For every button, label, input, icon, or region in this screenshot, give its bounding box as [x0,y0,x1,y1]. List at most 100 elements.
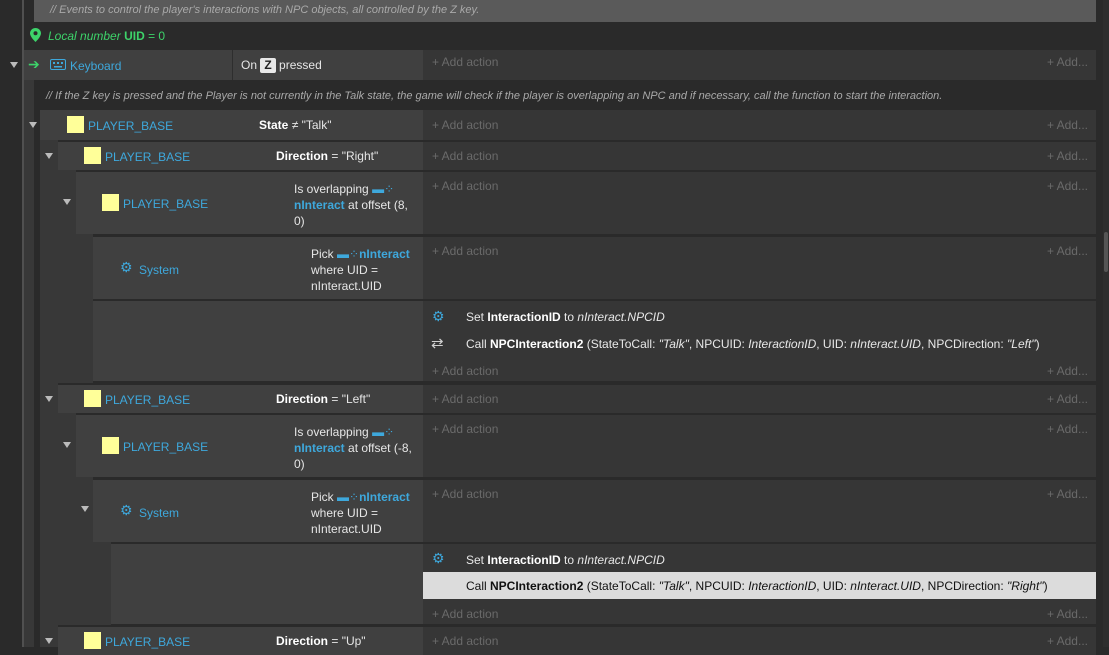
overlap-label: Is overlapping [294,182,369,196]
add-more-link[interactable]: + Add... [1047,422,1088,436]
add-more-link[interactable]: + Add... [1047,392,1088,406]
add-more-link[interactable]: + Add... [1047,244,1088,258]
subevent-gutter [76,234,93,383]
param-value: "Right" [1007,579,1044,593]
action-text: Set InteractionID to nInteract.NPCID [466,310,665,324]
player-base-object-icon [67,116,84,133]
param-value: "Talk" [658,337,689,351]
collapse-toggle[interactable] [10,62,18,68]
action-call-function-selected[interactable]: Call NPCInteraction2 (StateToCall: "Talk… [423,572,1096,599]
call-label: Call [466,579,487,593]
param-label: , NPCDirection: [920,337,1004,351]
direction-up-row[interactable]: PLAYER_BASE Direction = "Up" [58,627,423,655]
system-label: System [139,263,180,277]
pick-right-row[interactable]: ⚙ System Pick ▬⁘nInteract where UID = nI… [93,237,423,299]
param-label: , NPCDirection: [920,579,1004,593]
param-label: (StateToCall: [586,579,656,593]
collapse-toggle[interactable] [63,442,71,448]
collapse-toggle[interactable] [81,506,89,512]
system-label: System [139,506,180,520]
empty-condition-block[interactable] [111,544,423,624]
subevent-gutter [76,477,93,625]
keyboard-icon [50,59,66,70]
state-condition-row[interactable]: PLAYER_BASE State ≠ "Talk" [40,110,423,140]
player-base-object-icon [102,194,119,211]
overlap-label: Is overlapping [294,425,369,439]
empty-condition-block[interactable] [93,301,423,381]
to-label: to [564,553,575,567]
add-more-link[interactable]: + Add... [1047,118,1088,132]
overlap-right-row[interactable]: PLAYER_BASE Is overlapping ▬⁘ nInteract … [76,172,423,234]
overlap-left-row[interactable]: PLAYER_BASE Is overlapping ▬⁘ nInteract … [76,415,423,477]
keyboard-condition-text: On Z pressed [241,57,322,73]
pick-left-row[interactable]: ⚙ System Pick ▬⁘nInteract where UID = nI… [93,480,423,542]
direction-value: = "Up" [331,634,366,648]
local-variable[interactable]: Local number UID = 0 [30,28,330,44]
direction-field: Direction [276,149,329,163]
add-more-link[interactable]: + Add... [1047,364,1088,378]
add-more-link[interactable]: + Add... [1047,55,1088,69]
add-more-link[interactable]: + Add... [1047,634,1088,648]
direction-condition-text: Direction = "Left" [276,391,370,407]
local-var-name: UID [124,29,145,43]
add-action-link[interactable]: + Add action [432,179,498,193]
add-action-link[interactable]: + Add action [432,55,498,69]
overlap-left-actions: + Add action + Add... [423,415,1096,477]
pick-label: Pick [311,490,334,504]
scrollbar-thumb[interactable] [1104,232,1108,272]
action-set-interactionid[interactable]: ⚙ Set InteractionID to nInteract.NPCID [423,547,1096,571]
add-action-link[interactable]: + Add action [432,392,498,406]
add-action-link[interactable]: + Add action [432,364,498,378]
add-action-link[interactable]: + Add action [432,244,498,258]
keyboard-condition-row[interactable]: ➔ Keyboard On Z pressed [24,50,423,80]
pick-label: Pick [311,247,334,261]
offset-label: at offset (8, [348,198,408,212]
direction-left-actions: + Add action + Add... [423,385,1096,413]
player-base-object-icon [102,437,119,454]
comment-top[interactable]: // Events to control the player's intera… [34,0,1096,22]
scrollbar-track[interactable] [1103,0,1109,647]
collapse-toggle[interactable] [63,199,71,205]
state-actions: + Add action + Add... [423,110,1096,140]
collapse-toggle[interactable] [45,396,53,402]
overlap-condition-text: Is overlapping ▬⁘ nInteract at offset (8… [294,181,408,229]
gear-icon: ⚙ [432,308,445,324]
player-base-object-icon [84,632,101,649]
action-call-function[interactable]: ⇄ Call NPCInteraction2 (StateToCall: "Ta… [423,331,1096,357]
collapse-toggle[interactable] [45,638,53,644]
comment-mid[interactable]: // If the Z key is pressed and the Playe… [34,86,1096,108]
ninteract-object: nInteract [359,247,410,261]
add-more-link[interactable]: + Add... [1047,149,1088,163]
gear-icon: ⚙ [120,502,133,518]
pick-uid-label: nInteract.UID [311,522,382,536]
function-name: NPCInteraction2 [490,579,584,593]
add-action-link[interactable]: + Add action [432,149,498,163]
add-action-link[interactable]: + Add action [432,487,498,501]
direction-field: Direction [276,634,329,648]
direction-value: = "Left" [331,392,371,406]
action-text: Call NPCInteraction2 (StateToCall: "Talk… [466,337,1040,351]
param-label: , NPCUID: [688,337,745,351]
function-name: NPCInteraction2 [490,337,584,351]
var-value: nInteract.NPCID [577,553,665,567]
local-var-prefix: Local number [48,29,121,43]
var-name: InteractionID [487,553,561,567]
add-action-link[interactable]: + Add action [432,422,498,436]
call-label: Call [466,337,487,351]
direction-left-row[interactable]: PLAYER_BASE Direction = "Left" [58,385,423,413]
add-more-link[interactable]: + Add... [1047,487,1088,501]
add-action-link[interactable]: + Add action [432,118,498,132]
add-action-link[interactable]: + Add action [432,634,498,648]
set-label: Set [466,310,485,324]
direction-right-row[interactable]: PLAYER_BASE Direction = "Right" [58,142,423,170]
key-z-badge: Z [260,58,276,73]
on-label: On [241,58,258,72]
collapse-toggle[interactable] [45,153,53,159]
collapse-toggle[interactable] [29,122,37,128]
add-action-link[interactable]: + Add action [432,607,498,621]
add-more-link[interactable]: + Add... [1047,179,1088,193]
add-more-link[interactable]: + Add... [1047,607,1088,621]
action-set-interactionid[interactable]: ⚙ Set InteractionID to nInteract.NPCID [423,305,1096,329]
action-text: Set InteractionID to nInteract.NPCID [466,553,665,567]
param-label: , UID: [816,579,847,593]
